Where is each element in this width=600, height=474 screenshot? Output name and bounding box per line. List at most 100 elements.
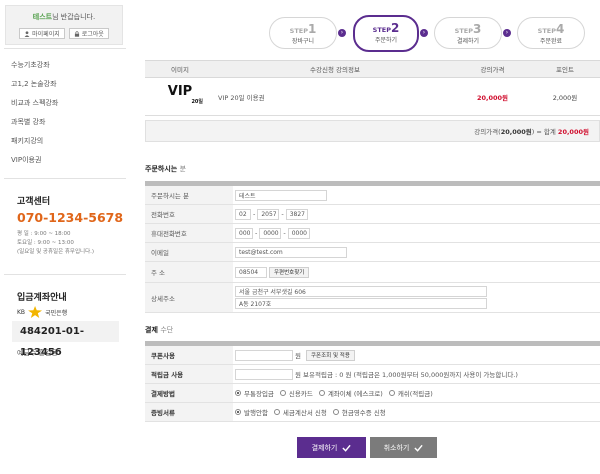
bank-account: 484201-01-123456: [12, 321, 119, 358]
email-input[interactable]: test@test.com: [235, 246, 347, 258]
lock-icon: [74, 30, 79, 37]
bank-code: KB: [17, 308, 26, 316]
field-label: 적립금 사용: [145, 365, 233, 383]
cs-hours-weekday: 평 일 : 9:00 ~ 18:00: [17, 231, 71, 237]
cancel-label: 취소하기: [383, 443, 410, 452]
points-info: 원 보유적립금 : 0 원 (적립금은 1,000원부터 50,000원까지 사…: [295, 371, 518, 379]
receipt-row: 증빙서류 발행안함 세금계산서 신청 현금영수증 신청: [145, 403, 600, 422]
phone-row: 전화번호 02- 2057- 3827: [145, 205, 600, 224]
payment-table: 쿠폰사용 원 쿠폰조회 및 적용 적립금 사용 원 보유적립금 : 0 원 (적…: [145, 341, 600, 422]
field-label: 전화번호: [145, 205, 233, 223]
product-thumbnail: VIP 20일: [145, 83, 215, 108]
payment-section-title: 결제 수단: [145, 326, 174, 334]
radio-cash-receipt[interactable]: [332, 409, 339, 415]
check-icon: [342, 444, 352, 452]
cs-hours-saturday: 토요일 : 9:00 ~ 13:00: [17, 240, 74, 246]
cs-phone: 070-1234-5678: [17, 210, 124, 225]
chevron-right-icon: ›: [338, 29, 346, 37]
step-num: 1: [307, 22, 317, 36]
mypage-label: 마이페이지: [32, 31, 60, 38]
field-label: 주 소: [145, 262, 233, 282]
price-total: 강의가격(20,000원) = 합계 20,000원: [145, 120, 600, 142]
bank-title: 입금계좌안내: [17, 293, 67, 303]
address-row: 상세주소 서울 금천구 서부샛길 606 A동 2107호: [145, 283, 600, 313]
points-input[interactable]: [235, 368, 293, 380]
coupon-apply-button[interactable]: 쿠폰조회 및 적용: [305, 349, 355, 361]
field-label: 쿠폰사용: [145, 346, 233, 364]
col-price: 강의가격: [480, 66, 505, 74]
orderer-name-row: 주문하시는 분 테스트: [145, 186, 600, 205]
orderer-table: 주문하시는 분 테스트 전화번호 02- 2057- 3827 휴대전화번호 0…: [145, 181, 600, 313]
step-num: 4: [555, 22, 565, 36]
mobile-input-2[interactable]: 0000: [259, 227, 282, 239]
address-input-1[interactable]: 서울 금천구 서부샛길 606: [235, 286, 487, 297]
field-label: 휴대전화번호: [145, 224, 233, 242]
step-3-payment: STEP3 결제하기: [434, 17, 502, 49]
step-label: 주문완료: [539, 38, 563, 45]
bank-name: 국민은행: [45, 309, 68, 317]
bank-owner: 예금주 홍길동: [17, 349, 58, 357]
field-label: 증빙서류: [145, 403, 233, 421]
cs-title: 고객센터: [17, 197, 51, 207]
pay-label: 결제하기: [311, 443, 338, 452]
radio-account-transfer[interactable]: [318, 390, 325, 396]
menu-item-essay[interactable]: 고1,2 논술강좌: [11, 79, 130, 98]
col-point: 포인트: [556, 66, 574, 74]
field-label: 상세주소: [145, 283, 233, 312]
coupon-input[interactable]: [235, 349, 293, 361]
user-icon: [24, 30, 30, 37]
step-4-complete: STEP4 주문완료: [517, 17, 585, 49]
pay-button[interactable]: 결제하기: [297, 437, 366, 458]
step-label: 결제하기: [456, 38, 480, 45]
orderer-section-title: 주문하시는 분: [145, 165, 187, 173]
mobile-input-1[interactable]: 000: [235, 227, 253, 239]
phone-input-3[interactable]: 3827: [285, 208, 308, 220]
email-row: 이메일 test@test.com: [145, 243, 600, 262]
product-price: 20,000원: [476, 93, 509, 102]
menu-item-vip[interactable]: VIP이용권: [11, 155, 130, 174]
order-main: STEP1 장바구니 › STEP2 주문하기 › STEP3 결제하기 › S…: [145, 0, 600, 474]
category-menu: 수능기초강좌 고1,2 논술강좌 비교과 스펙강좌 과목별 강좌 패키지강의 V…: [11, 60, 130, 174]
radio-bank-transfer[interactable]: [235, 390, 241, 396]
step-num: 2: [390, 21, 400, 35]
chevron-right-icon: ›: [420, 29, 428, 37]
radio-cash-points[interactable]: [388, 390, 395, 396]
coupon-row: 쿠폰사용 원 쿠폰조회 및 적용: [145, 346, 600, 365]
menu-item-package[interactable]: 패키지강의: [11, 136, 130, 155]
welcome-suffix: 님 반갑습니다.: [52, 13, 96, 21]
field-label: 결제방법: [145, 384, 233, 402]
divider: [4, 274, 126, 275]
total-sum: 20,000원: [557, 128, 589, 136]
bank-logo: KB 국민은행: [17, 306, 67, 318]
mobile-input-3[interactable]: 0000: [287, 227, 310, 239]
logout-button[interactable]: 로그아웃: [68, 28, 109, 39]
points-row: 적립금 사용 원 보유적립금 : 0 원 (적립금은 1,000원부터 50,0…: [145, 365, 600, 384]
step-1-cart: STEP1 장바구니: [269, 17, 337, 49]
phone-input-1[interactable]: 02: [235, 208, 251, 220]
chevron-right-icon: ›: [503, 29, 511, 37]
menu-item-spec[interactable]: 비교과 스펙강좌: [11, 98, 130, 117]
sidebar: 테스트님 반갑습니다. 마이페이지 로그아웃 수능기초강좌 고1,2 논술강좌 …: [0, 0, 130, 474]
check-icon: [414, 444, 424, 452]
col-image: 이미지: [171, 66, 189, 74]
mypage-button[interactable]: 마이페이지: [19, 28, 65, 39]
zip-row: 주 소 08504 우편번호찾기: [145, 262, 600, 283]
logout-label: 로그아웃: [81, 31, 104, 38]
address-input-2[interactable]: A동 2107호: [235, 298, 487, 309]
step-label: 주문하기: [374, 37, 398, 44]
zip-search-button[interactable]: 우편번호찾기: [269, 266, 310, 278]
menu-item-subject[interactable]: 과목별 강좌: [11, 117, 130, 136]
radio-no-receipt[interactable]: [235, 409, 241, 415]
radio-tax-invoice[interactable]: [273, 409, 280, 415]
zip-input[interactable]: 08504: [235, 266, 267, 278]
menu-item-basic[interactable]: 수능기초강좌: [11, 60, 130, 79]
cancel-button[interactable]: 취소하기: [370, 437, 437, 458]
radio-credit-card[interactable]: [279, 390, 286, 396]
orderer-name-input[interactable]: 테스트: [235, 189, 327, 201]
phone-input-2[interactable]: 2057: [257, 208, 280, 220]
welcome-box: 테스트님 반갑습니다. 마이페이지 로그아웃: [5, 5, 123, 45]
product-table-header: 이미지 수강신청 강의정보 강의가격 포인트: [145, 60, 600, 78]
step-2-order: STEP2 주문하기: [353, 15, 419, 52]
vip-text: VIP: [167, 83, 193, 99]
welcome-text: 테스트님 반갑습니다.: [6, 6, 122, 22]
